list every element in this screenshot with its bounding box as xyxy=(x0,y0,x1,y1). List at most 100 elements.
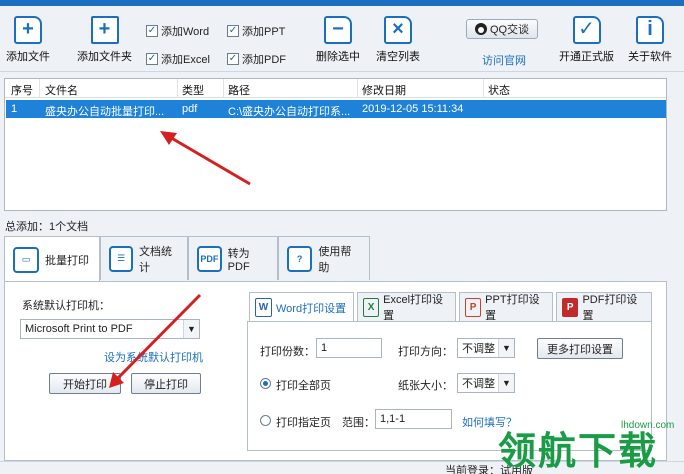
check-word[interactable]: ✓ 添加Word xyxy=(146,23,209,39)
printer-select-value: Microsoft Print to PDF xyxy=(25,323,133,335)
about-label: 关于软件 xyxy=(628,51,672,63)
direction-label: 打印方向： xyxy=(398,346,453,358)
site-watermark-url: lhdown.com xyxy=(621,420,675,431)
range-label: 范围： xyxy=(342,417,375,429)
open-pro-button[interactable]: ✓ 开通正式版 xyxy=(559,16,614,64)
chevron-down-icon: ▼ xyxy=(183,320,199,338)
chevron-down-icon: ▼ xyxy=(498,339,514,357)
col-index[interactable]: 序号 xyxy=(11,82,33,98)
tab-word-settings[interactable]: W Word打印设置 xyxy=(249,292,354,322)
tab-doc-stats[interactable]: ☰ 文档统计 xyxy=(100,236,188,280)
qq-chat-button[interactable]: QQ交谈 xyxy=(466,19,538,39)
check-pdf-label: 添加PDF xyxy=(242,54,286,66)
start-print-button[interactable]: 开始打印 xyxy=(49,373,121,394)
tab-batch-print[interactable]: ▭ 批量打印 xyxy=(4,236,100,282)
excel-icon: X xyxy=(363,297,380,317)
chevron-down-icon: ▼ xyxy=(498,374,514,392)
printer-select[interactable]: Microsoft Print to PDF ▼ xyxy=(20,319,200,339)
checkbox-checked-icon: ✓ xyxy=(146,53,158,65)
tab-help-label: 使用帮助 xyxy=(318,245,352,274)
tab-pdf-settings[interactable]: P PDF打印设置 xyxy=(556,292,652,322)
col-type[interactable]: 类型 xyxy=(182,82,204,98)
add-file-icon: + xyxy=(14,16,42,44)
checkbox-checked-icon: ✓ xyxy=(146,25,158,37)
main-tabs: ▭ 批量打印 ☰ 文档统计 PDF 转为PDF ? 使用帮助 xyxy=(0,236,684,282)
add-file-label: 添加文件 xyxy=(6,51,50,63)
print-all-radio[interactable] xyxy=(260,378,271,389)
print-all-label: 打印全部页 xyxy=(276,380,331,392)
checkmark-icon: ✓ xyxy=(572,16,601,44)
pdf-icon: PDF xyxy=(197,245,222,272)
add-folder-label: 添加文件夹 xyxy=(77,51,132,63)
column-divider xyxy=(177,79,178,98)
row-modified-date: 2019-12-05 15:11:34 xyxy=(362,103,464,115)
more-settings-button[interactable]: 更多打印设置 xyxy=(537,338,623,359)
print-range-label: 打印指定页 xyxy=(276,417,331,429)
file-list-header: 序号 文件名 类型 路径 修改日期 状态 xyxy=(5,79,666,98)
col-status[interactable]: 状态 xyxy=(488,82,510,98)
tab-excel-settings-label: Excel打印设置 xyxy=(383,294,444,322)
tab-ppt-settings[interactable]: P PPT打印设置 xyxy=(459,292,553,322)
clear-x-icon: × xyxy=(384,16,412,44)
copies-input[interactable]: 1 xyxy=(316,338,382,358)
open-pro-label: 开通正式版 xyxy=(559,51,614,63)
tab-word-settings-label: Word打印设置 xyxy=(276,302,347,315)
table-row[interactable]: 1 盛央办公自动批量打印... pdf C:\盛央办公自动打印系... 2019… xyxy=(6,100,666,118)
default-printer-label: 系统默认打印机： xyxy=(22,300,110,312)
copies-label: 打印份数： xyxy=(260,346,315,358)
word-icon: W xyxy=(255,298,272,317)
file-list[interactable]: 序号 文件名 类型 路径 修改日期 状态 1 盛央办公自动批量打印... pdf… xyxy=(4,78,667,211)
col-name[interactable]: 文件名 xyxy=(45,82,78,98)
delete-selected-label: 删除选中 xyxy=(316,51,360,63)
printer-icon: ▭ xyxy=(13,246,39,273)
paper-size-select-value: 不调整 xyxy=(462,378,495,390)
direction-select-value: 不调整 xyxy=(462,343,495,355)
check-ppt-label: 添加PPT xyxy=(242,26,286,38)
stop-print-button[interactable]: 停止打印 xyxy=(131,373,201,394)
help-icon: ? xyxy=(287,245,313,272)
minus-icon: − xyxy=(324,16,352,44)
add-folder-icon: + xyxy=(90,16,119,44)
check-excel-label: 添加Excel xyxy=(161,54,210,66)
tab-excel-settings[interactable]: X Excel打印设置 xyxy=(357,292,456,322)
column-divider xyxy=(39,79,40,98)
check-excel[interactable]: ✓ 添加Excel xyxy=(146,51,210,67)
check-pdf[interactable]: ✓ 添加PDF xyxy=(227,51,286,67)
tab-help[interactable]: ? 使用帮助 xyxy=(278,236,370,280)
ppt-icon: P xyxy=(465,297,482,317)
direction-select[interactable]: 不调整 ▼ xyxy=(457,338,515,358)
col-modified[interactable]: 修改日期 xyxy=(362,82,406,98)
col-path[interactable]: 路径 xyxy=(228,82,250,98)
about-button[interactable]: i 关于软件 xyxy=(628,16,672,64)
range-input[interactable]: 1,1-1 xyxy=(375,409,452,429)
qq-penguin-icon xyxy=(474,23,487,35)
delete-selected-button[interactable]: − 删除选中 xyxy=(316,16,360,64)
row-file-type: pdf xyxy=(182,103,198,115)
checkbox-checked-icon: ✓ xyxy=(227,53,239,65)
paper-size-select[interactable]: 不调整 ▼ xyxy=(457,373,515,393)
info-icon: i xyxy=(636,16,664,44)
set-default-printer-link[interactable]: 设为系统默认打印机 xyxy=(104,349,203,365)
tab-to-pdf-label: 转为PDF xyxy=(227,247,250,273)
tab-pdf-settings-label: PDF打印设置 xyxy=(582,294,638,322)
row-index: 1 xyxy=(11,103,18,115)
tab-batch-print-label: 批量打印 xyxy=(45,254,89,267)
tab-doc-stats-label: 文档统计 xyxy=(139,245,172,274)
clear-list-button[interactable]: × 清空列表 xyxy=(376,16,420,64)
print-range-radio[interactable] xyxy=(260,415,271,426)
add-folder-button[interactable]: + 添加文件夹 xyxy=(77,16,132,64)
check-ppt[interactable]: ✓ 添加PPT xyxy=(227,23,285,39)
column-divider xyxy=(483,79,484,98)
document-list-icon: ☰ xyxy=(109,245,133,272)
visit-site-link[interactable]: 访问官网 xyxy=(482,52,526,68)
tab-to-pdf[interactable]: PDF 转为PDF xyxy=(188,236,278,280)
pdf-file-icon: P xyxy=(562,297,579,317)
toolbar: + 添加文件 + 添加文件夹 ✓ 添加Word ✓ 添加Excel ✓ 添加PP… xyxy=(0,6,684,72)
add-file-button[interactable]: + 添加文件 xyxy=(6,16,50,64)
row-file-name: 盛央办公自动批量打印... xyxy=(45,106,165,118)
check-word-label: 添加Word xyxy=(161,26,210,38)
checkbox-checked-icon: ✓ xyxy=(227,25,239,37)
tab-ppt-settings-label: PPT打印设置 xyxy=(485,294,540,322)
column-divider xyxy=(357,79,358,98)
clear-list-label: 清空列表 xyxy=(376,51,420,63)
